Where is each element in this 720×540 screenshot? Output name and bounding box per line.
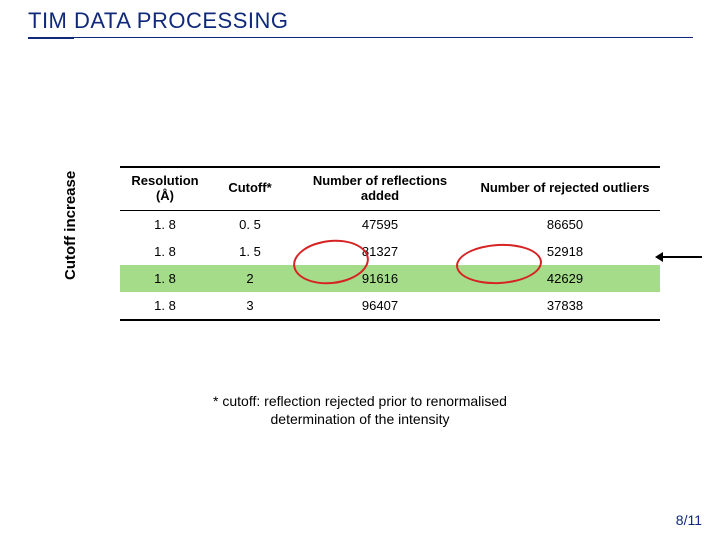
table-header-row: Resolution (Å) Cutoff* Number of reflect… (120, 167, 660, 210)
cell-resolution: 1. 8 (120, 265, 210, 292)
cell-rejected: 37838 (470, 292, 660, 320)
cell-added: 47595 (290, 210, 470, 238)
title-rule (28, 37, 693, 38)
data-table: Resolution (Å) Cutoff* Number of reflect… (120, 166, 660, 321)
cell-resolution: 1. 8 (120, 292, 210, 320)
table-row: 1. 839640737838 (120, 292, 660, 320)
col-header-resolution: Resolution (Å) (120, 167, 210, 210)
annotation-arrow-icon (658, 256, 702, 258)
col-header-cutoff: Cutoff* (210, 167, 290, 210)
cell-rejected: 42629 (470, 265, 660, 292)
cell-rejected: 86650 (470, 210, 660, 238)
cell-resolution: 1. 8 (120, 210, 210, 238)
cell-cutoff: 1. 5 (210, 238, 290, 265)
cell-added: 91616 (290, 265, 470, 292)
cell-added: 81327 (290, 238, 470, 265)
cell-cutoff: 3 (210, 292, 290, 320)
title-rule-short (28, 37, 74, 39)
col-header-added: Number of reflections added (290, 167, 470, 210)
cell-resolution: 1. 8 (120, 238, 210, 265)
footnote: * cutoff: reflection rejected prior to r… (175, 392, 545, 428)
table-row: 1. 80. 54759586650 (120, 210, 660, 238)
table-row: 1. 81. 58132752918 (120, 238, 660, 265)
vertical-axis-label: Cutoff increase (62, 171, 79, 280)
cell-cutoff: 0. 5 (210, 210, 290, 238)
page-title: TIM DATA PROCESSING (28, 8, 289, 34)
cell-cutoff: 2 (210, 265, 290, 292)
table-row: 1. 829161642629 (120, 265, 660, 292)
col-header-rejected: Number of rejected outliers (470, 167, 660, 210)
cell-added: 96407 (290, 292, 470, 320)
page-number: 8/11 (676, 512, 702, 528)
cell-rejected: 52918 (470, 238, 660, 265)
